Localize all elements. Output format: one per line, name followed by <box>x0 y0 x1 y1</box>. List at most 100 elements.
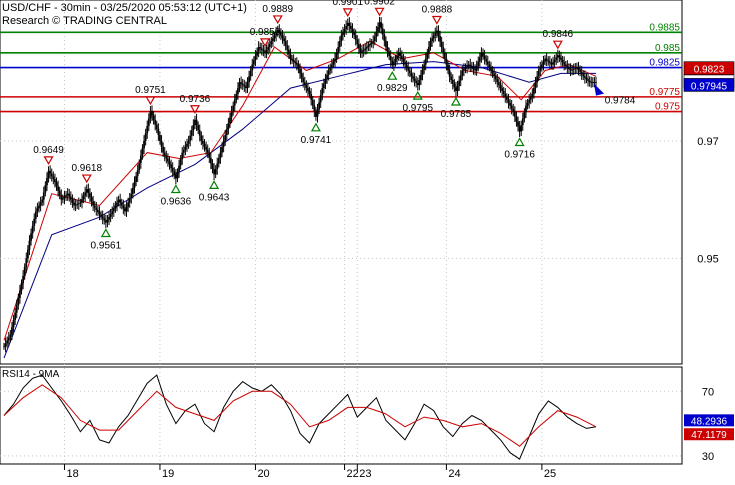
candle-body <box>246 82 249 89</box>
candle-body <box>108 216 110 220</box>
candle-body <box>513 111 516 117</box>
candle-body <box>451 79 454 84</box>
candle-body <box>230 111 233 118</box>
candle-body <box>466 66 468 68</box>
swing-high-label: 0.9889 <box>262 4 293 15</box>
candle-body <box>477 61 480 67</box>
candle-body <box>346 22 349 26</box>
candle-body <box>171 167 174 172</box>
candle-body <box>359 48 362 53</box>
candle-body <box>392 62 395 66</box>
candle-body <box>6 340 9 344</box>
candle-body <box>23 267 26 276</box>
candle-body <box>428 46 430 53</box>
candle-body <box>410 73 413 77</box>
candle-body <box>19 290 21 298</box>
candle-body <box>89 193 91 198</box>
swing-low-label: 0.9636 <box>161 196 192 207</box>
candle-body <box>50 173 53 177</box>
candle-body <box>11 327 13 335</box>
candle-body <box>227 123 230 130</box>
candle-body <box>396 55 398 60</box>
candle-body <box>42 192 45 200</box>
candle-body <box>125 206 128 212</box>
candle-body <box>152 115 155 121</box>
candle-body <box>79 202 82 204</box>
candle-body <box>256 51 258 56</box>
candle-body <box>505 96 508 100</box>
candle-body <box>574 68 577 70</box>
candle-body <box>416 82 419 86</box>
candle-body <box>103 218 106 221</box>
level-label: 0.9775 <box>649 87 680 98</box>
candle-body <box>216 163 219 169</box>
candle-body <box>69 196 72 200</box>
candle-body <box>71 199 74 203</box>
candle-body <box>186 143 188 147</box>
swing-low-label: 0.9716 <box>504 150 535 161</box>
candle-body <box>311 99 314 106</box>
candle-body <box>92 201 95 206</box>
candle-body <box>560 57 562 60</box>
rsi-tick-label: 70 <box>702 386 714 398</box>
candle-body <box>20 283 23 291</box>
candle-body <box>593 82 596 83</box>
candle-body <box>272 38 274 42</box>
candle-body <box>544 58 546 62</box>
rsi-title: RSI14 - 9MA <box>2 369 60 380</box>
candle-body <box>130 193 133 199</box>
candle-body <box>259 46 262 49</box>
candle-body <box>534 82 537 89</box>
price-tick-label: 0.97 <box>697 136 718 148</box>
candle-body <box>74 204 77 206</box>
candle-body <box>268 44 271 47</box>
candle-body <box>550 63 553 65</box>
candle-body <box>294 61 297 64</box>
candle-body <box>442 47 445 53</box>
rsi-value-label: 47.1179 <box>691 430 727 441</box>
candle-body <box>545 58 548 61</box>
candle-body <box>308 91 311 94</box>
candle-body <box>553 59 556 63</box>
candle-body <box>257 46 260 52</box>
candle-body <box>264 51 266 53</box>
candle-body <box>564 64 567 67</box>
candle-body <box>114 205 117 209</box>
candle-body <box>399 52 402 56</box>
candle-body <box>529 96 532 100</box>
candle-body <box>219 152 222 159</box>
candle-body <box>240 82 243 84</box>
candle-body <box>120 202 123 206</box>
current-price-label: 0.9823 <box>694 65 725 76</box>
candle-body <box>429 41 432 47</box>
candle-body <box>515 116 518 122</box>
candle-body <box>195 119 198 126</box>
candle-body <box>350 25 352 30</box>
candle-body <box>52 176 55 180</box>
candle-body <box>157 129 160 136</box>
candle-body <box>66 193 69 196</box>
candle-body <box>404 61 406 65</box>
candle-body <box>482 52 484 56</box>
candle-body <box>595 82 597 83</box>
x-tick-label: 24 <box>448 468 460 480</box>
candle-body <box>260 48 263 50</box>
candle-body <box>587 79 589 81</box>
candle-body <box>251 64 254 71</box>
x-tick-label: 20 <box>257 468 269 480</box>
candle-body <box>327 70 330 75</box>
candle-body <box>590 82 593 83</box>
candle-body <box>39 202 42 206</box>
candle-body <box>181 152 184 160</box>
candle-body <box>90 197 93 202</box>
candle-body <box>249 70 252 77</box>
candle-body <box>437 30 440 37</box>
candle-body <box>151 110 153 116</box>
candle-body <box>322 83 325 89</box>
level-label: 0.975 <box>655 102 680 113</box>
candle-body <box>109 214 112 217</box>
swing-low-label: 0.9785 <box>441 109 472 120</box>
candle-body <box>224 135 227 141</box>
candle-body <box>106 219 109 223</box>
candle-body <box>87 189 90 194</box>
